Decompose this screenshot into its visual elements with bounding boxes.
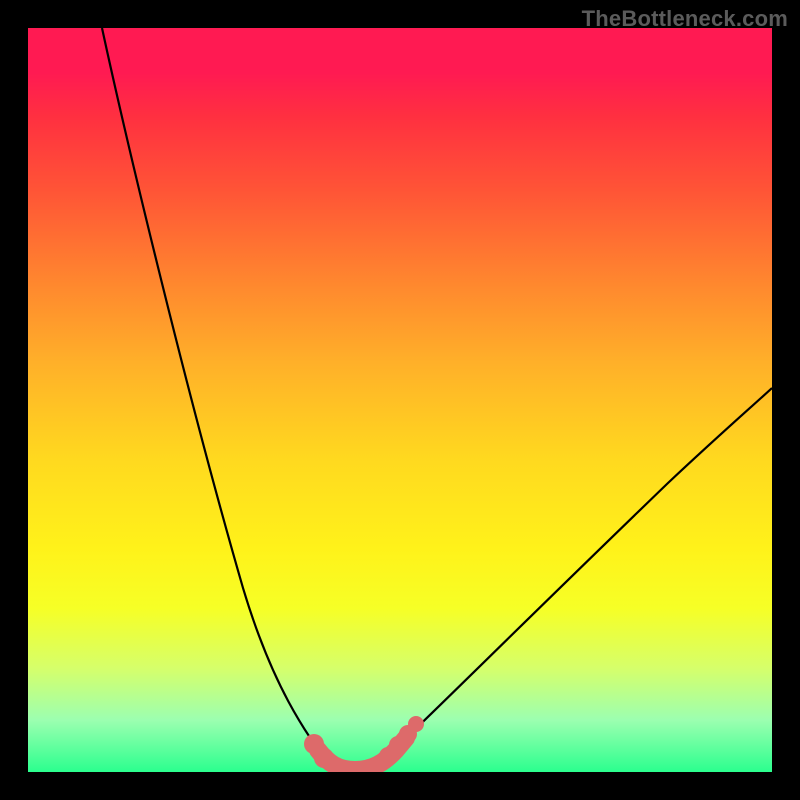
plot-area xyxy=(28,28,772,772)
curve-right-path xyxy=(380,388,772,763)
curve-left-path xyxy=(102,28,330,766)
pink-dot-icon xyxy=(314,748,334,768)
watermark-label: TheBottleneck.com xyxy=(582,6,788,32)
bottleneck-curve xyxy=(28,28,772,772)
pink-dot-icon xyxy=(408,716,424,732)
outer-frame: TheBottleneck.com xyxy=(0,0,800,800)
